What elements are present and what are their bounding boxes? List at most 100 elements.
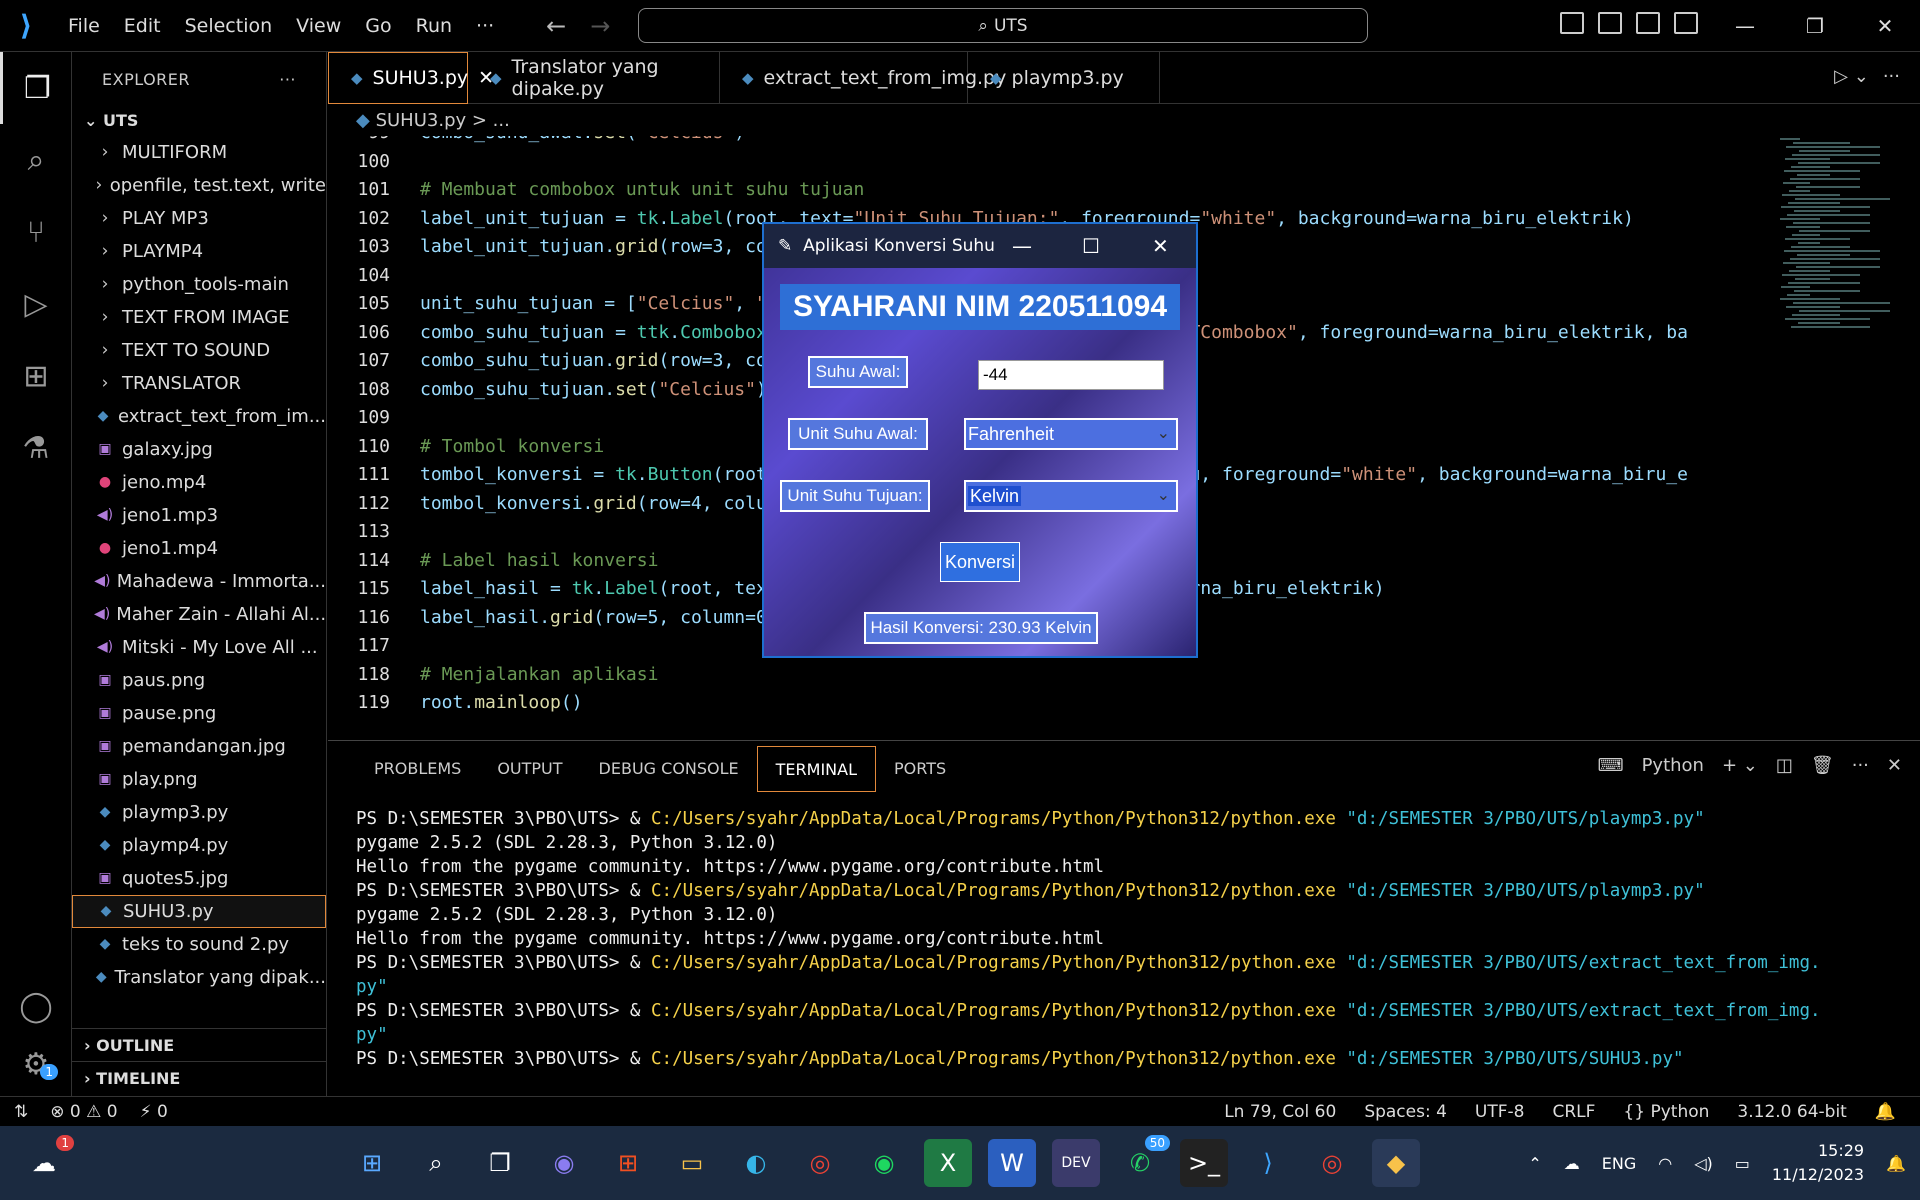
panel-tab[interactable]: DEBUG CONSOLE xyxy=(581,746,757,792)
restore-icon[interactable]: ❐ xyxy=(1780,0,1850,52)
file-item[interactable]: ◆ teks to sound 2.py xyxy=(72,928,326,961)
code-line[interactable]: 119 root.mainloop() xyxy=(328,692,1778,721)
folder-item[interactable]: › TRANSLATOR xyxy=(72,367,326,400)
onedrive-icon[interactable]: ☁ xyxy=(1564,1154,1580,1173)
panel-tab[interactable]: TERMINAL xyxy=(756,746,877,792)
breadcrumb[interactable]: ◆ SUHU3.py > ... xyxy=(328,106,510,136)
devcpp-icon[interactable]: DEV xyxy=(1052,1139,1100,1187)
file-item[interactable]: ◀) Maher Zain - Allahi Al... xyxy=(72,598,326,631)
wifi-icon[interactable]: ◠ xyxy=(1658,1154,1672,1173)
search-icon[interactable]: ⌕ xyxy=(0,124,72,196)
extensions-icon[interactable]: ⊞ xyxy=(0,340,72,412)
editor-tab[interactable]: ◆ SUHU3.py ✕ xyxy=(328,52,494,104)
file-item[interactable]: ▣ play.png xyxy=(72,763,326,796)
unit-tujuan-combobox[interactable]: Kelvin ⌄ xyxy=(964,480,1178,512)
kill-terminal-icon[interactable]: 🗑 xyxy=(1811,755,1834,776)
folder-item[interactable]: › PLAY MP3 xyxy=(72,202,326,235)
code-line[interactable]: 118 # Menjalankan aplikasi xyxy=(328,664,1778,693)
timeline-section[interactable]: › TIMELINE xyxy=(72,1061,327,1094)
toggle-secondary-sidebar-icon[interactable] xyxy=(1636,12,1660,34)
minimize-icon[interactable]: — xyxy=(1710,0,1780,52)
terminal-shell-label[interactable]: Python xyxy=(1642,755,1704,776)
encoding[interactable]: UTF-8 xyxy=(1475,1102,1525,1122)
customize-layout-icon[interactable] xyxy=(1674,12,1698,34)
explorer-more-icon[interactable]: ··· xyxy=(279,70,296,89)
word-icon[interactable]: W xyxy=(988,1139,1036,1187)
minimap[interactable] xyxy=(1780,136,1905,376)
ports-indicator[interactable]: ⚡ 0 xyxy=(140,1102,168,1122)
file-explorer-icon[interactable]: ▭ xyxy=(668,1139,716,1187)
dialog-maximize-icon[interactable]: ☐ xyxy=(1082,224,1100,268)
weather-widget-icon[interactable]: ☁ 1 xyxy=(20,1135,74,1187)
split-terminal-icon[interactable]: ◫ xyxy=(1776,755,1793,776)
folder-item[interactable]: › openfile, test.text, write xyxy=(72,169,326,202)
whatsapp-icon[interactable]: ✆ 50 xyxy=(1116,1135,1170,1187)
file-item[interactable]: ● jeno1.mp4 xyxy=(72,532,326,565)
clock[interactable]: 15:29 11/12/2023 xyxy=(1772,1139,1864,1187)
file-item[interactable]: ◀) jeno1.mp3 xyxy=(72,499,326,532)
menu-item[interactable]: Edit xyxy=(112,0,173,52)
menu-item[interactable]: Selection xyxy=(173,0,285,52)
remote-icon[interactable]: ⇅ xyxy=(14,1102,28,1122)
line-endings[interactable]: CRLF xyxy=(1552,1102,1595,1122)
toggle-panel-icon[interactable] xyxy=(1598,12,1622,34)
python-interpreter[interactable]: 3.12.0 64-bit xyxy=(1737,1102,1846,1122)
code-line[interactable]: 99combo_suhu_awal.set("Celcius") xyxy=(328,136,1778,151)
folder-item[interactable]: › MULTIFORM xyxy=(72,136,326,169)
outline-section[interactable]: › OUTLINE xyxy=(72,1028,327,1061)
terminal-app-icon[interactable]: >_ xyxy=(1180,1139,1228,1187)
konversi-button[interactable]: Konversi xyxy=(940,542,1020,582)
menu-item[interactable]: View xyxy=(284,0,353,52)
folder-item[interactable]: › PLAYMP4 xyxy=(72,235,326,268)
panel-more-icon[interactable]: ··· xyxy=(1852,755,1869,776)
search-icon[interactable]: ⌕ xyxy=(412,1139,460,1187)
file-item[interactable]: ▣ pemandangan.jpg xyxy=(72,730,326,763)
file-item[interactable]: ◆ extract_text_from_im... xyxy=(72,400,326,433)
excel-icon[interactable]: X xyxy=(924,1139,972,1187)
code-line[interactable]: 100 xyxy=(328,151,1778,180)
command-center-search[interactable]: ⌕ UTS xyxy=(638,8,1368,43)
teams-chat-icon[interactable]: ◉ xyxy=(540,1139,588,1187)
source-control-icon[interactable]: ⑂ xyxy=(0,196,72,268)
close-icon[interactable]: ✕ xyxy=(1850,0,1920,52)
menu-item[interactable]: ··· xyxy=(464,0,506,52)
file-item[interactable]: ▣ quotes5.jpg xyxy=(72,862,326,895)
start-icon[interactable]: ⊞ xyxy=(348,1139,396,1187)
run-debug-icon[interactable]: ▷ xyxy=(0,268,72,340)
workspace-root[interactable]: ⌄ UTS xyxy=(72,106,326,136)
file-item[interactable]: ◆ SUHU3.py xyxy=(72,895,326,928)
toggle-sidebar-icon[interactable] xyxy=(1560,12,1584,34)
folder-item[interactable]: › TEXT TO SOUND xyxy=(72,334,326,367)
chevron-up-icon[interactable]: ⌃ xyxy=(1528,1154,1541,1173)
language-mode[interactable]: {} Python xyxy=(1623,1102,1709,1122)
problems-indicator[interactable]: ⊗ 0 ⚠ 0 xyxy=(50,1102,117,1122)
file-item[interactable]: ▣ galaxy.jpg xyxy=(72,433,326,466)
editor-tab[interactable]: ◆ extract_text_from_img.py xyxy=(720,52,1006,104)
new-terminal-icon[interactable]: + ⌄ xyxy=(1722,755,1758,776)
menu-item[interactable]: Go xyxy=(353,0,403,52)
notifications-bell-icon[interactable]: 🔔 xyxy=(1875,1102,1896,1122)
file-item[interactable]: ◀) Mitski - My Love All ... xyxy=(72,631,326,664)
panel-tab[interactable]: PORTS xyxy=(876,746,964,792)
battery-icon[interactable]: ▭ xyxy=(1735,1154,1750,1173)
folder-item[interactable]: › python_tools-main xyxy=(72,268,326,301)
dialog-close-icon[interactable]: ✕ xyxy=(1152,224,1169,268)
task-view-icon[interactable]: ❐ xyxy=(476,1139,524,1187)
language-indicator[interactable]: ENG xyxy=(1602,1154,1636,1173)
more-actions-icon[interactable]: ··· xyxy=(1883,66,1900,87)
panel-tab[interactable]: PROBLEMS xyxy=(356,746,479,792)
spotify-icon[interactable]: ◉ xyxy=(860,1139,908,1187)
file-item[interactable]: ◆ playmp3.py xyxy=(72,796,326,829)
dialog-minimize-icon[interactable]: — xyxy=(1012,224,1032,268)
file-item[interactable]: ◀) Mahadewa - Immorta... xyxy=(72,565,326,598)
unit-awal-combobox[interactable]: Fahrenheit ⌄ xyxy=(964,418,1178,450)
suhu-awal-input[interactable]: -44 xyxy=(978,360,1164,390)
notification-bell-icon[interactable]: 🔔 xyxy=(1886,1154,1906,1173)
forward-arrow-icon[interactable]: → xyxy=(590,12,610,40)
testing-icon[interactable]: ⚗ xyxy=(0,412,72,484)
explorer-icon[interactable]: ❐ xyxy=(0,52,72,124)
vscode-taskbar-icon[interactable]: ⟩ xyxy=(1244,1139,1292,1187)
settings-gear-icon[interactable]: ⚙ 1 xyxy=(0,1028,72,1100)
file-item[interactable]: ◆ Translator yang dipak... xyxy=(72,961,326,994)
file-item[interactable]: ◆ playmp4.py xyxy=(72,829,326,862)
